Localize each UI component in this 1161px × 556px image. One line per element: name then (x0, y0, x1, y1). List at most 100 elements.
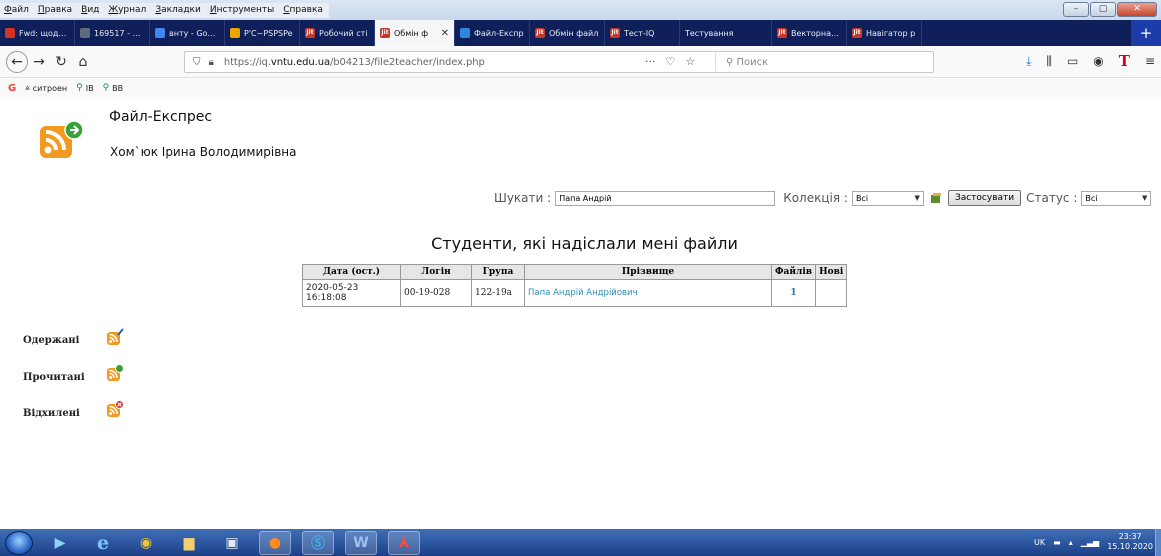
status-select[interactable]: Всі ▼ (1081, 190, 1152, 206)
collection-edit-icon[interactable] (930, 192, 942, 204)
address-bar[interactable]: ⛉ 🔒︎ https://iq.vntu.edu.ua/b04213/file2… (184, 51, 934, 73)
home-button[interactable]: ⌂ (72, 51, 94, 73)
start-button[interactable] (5, 530, 33, 555)
jit-icon: Jit (380, 28, 390, 38)
apply-button[interactable]: Застосувати (947, 190, 1022, 206)
close-window-button[interactable]: ✕ (1117, 2, 1157, 17)
lock-icon: 🔒︎ (208, 56, 214, 68)
keyboard-icon[interactable]: ▬ (1053, 538, 1061, 547)
cell-date: 2020-05-23 16:18:08 (302, 279, 401, 307)
menu-help[interactable]: Справка (283, 5, 323, 15)
search-input[interactable] (555, 190, 776, 206)
menu-view[interactable]: Вид (81, 5, 99, 15)
tab-11[interactable]: Jit Навігатор р (847, 20, 922, 46)
menu-file[interactable]: Файл (4, 5, 29, 15)
page-icon (230, 28, 240, 38)
ie-icon[interactable]: e (87, 531, 119, 555)
tray-arrow-icon[interactable]: ▴ (1069, 538, 1073, 547)
forward-button[interactable]: → (28, 51, 50, 73)
minimize-button[interactable]: – (1063, 2, 1089, 17)
tab-7[interactable]: Jit Обмін файл (530, 20, 605, 46)
tab-8[interactable]: Jit Тест-IQ (605, 20, 680, 46)
toolbar-right: ⤓ ⫼ ▭ ◉ T ≡ (1026, 52, 1155, 70)
col-login[interactable]: Логін (400, 264, 472, 280)
filter-bar: Шукати : Колекція : Всі ▼ Застосувати Ст… (494, 188, 1152, 208)
explorer-icon[interactable]: ▆ (173, 531, 205, 555)
search-icon: ⚲ (726, 56, 734, 68)
taskbar: ▶ e ◉ ▆ ▣ ● Ⓢ W ⅄ UK ▬ ▴ ▁▃▅ 23:37 15.10… (0, 529, 1161, 556)
sidebar-item-rejected[interactable]: Відхилені (23, 408, 80, 419)
acrobat-icon[interactable]: ⅄ (388, 530, 420, 555)
library-icon[interactable]: ⫼ (1046, 54, 1052, 69)
new-tab-button[interactable]: + (1131, 20, 1161, 46)
cell-login: 00-19-028 (400, 279, 472, 307)
menu-edit[interactable]: Правка (38, 5, 72, 15)
rss-received-icon[interactable] (106, 328, 124, 346)
rss-rejected-icon[interactable] (106, 400, 124, 418)
page-content: Файл-Експрес Хом`юк Ірина Володимирівна … (0, 97, 1161, 529)
show-desktop-button[interactable] (1155, 529, 1161, 556)
cell-student-name-link[interactable]: Папа Андрій Андрійович (524, 279, 772, 307)
bookmark-ib[interactable]: ⚲ IB (76, 83, 93, 93)
bookmark-citroen[interactable]: ⩓ ситроен (25, 83, 67, 93)
tab-0[interactable]: Fwd: щодо т (0, 20, 75, 46)
col-files[interactable]: Файлів (770, 264, 817, 280)
rss-read-icon[interactable] (106, 364, 124, 382)
firefox-icon[interactable]: ● (259, 530, 291, 555)
students-table: Дата (ост.) Логін Група Прізвище Файлів … (302, 264, 848, 307)
tab-4[interactable]: Jit Робочий сті (300, 20, 375, 46)
tab-1[interactable]: 169517 - 1618 (1) (75, 20, 150, 46)
clock[interactable]: 23:37 15.10.2020 (1107, 532, 1153, 552)
table-row[interactable]: 2020-05-23 16:18:08 00-19-028 122-19а Пап… (302, 279, 848, 307)
extension-t-icon[interactable]: T (1119, 52, 1130, 70)
language-indicator[interactable]: UK (1034, 538, 1045, 547)
chrome-icon[interactable]: ◉ (130, 531, 162, 555)
search-box[interactable]: ⚲ Поиск (715, 53, 931, 71)
close-tab-icon[interactable]: ✕ (441, 28, 449, 39)
page-actions: ··· ♡ ☆ (645, 55, 695, 68)
tab-9[interactable]: Тестування (680, 20, 772, 46)
menu-history[interactable]: Журнал (108, 5, 146, 15)
menu-tools[interactable]: Инструменты (210, 5, 274, 15)
save-icon[interactable]: ▣ (216, 531, 248, 555)
rss-logo-icon (40, 120, 84, 158)
maximize-button[interactable]: ▢ (1090, 2, 1116, 17)
tab-bar: Fwd: щодо т 169517 - 1618 (1) внту - Googl… (0, 20, 1161, 46)
back-arrow-icon: ← (11, 53, 23, 70)
menu-hamburger-icon[interactable]: ≡ (1145, 54, 1155, 68)
col-group[interactable]: Група (471, 264, 525, 280)
downloads-icon[interactable]: ⤓ (1026, 54, 1031, 69)
skype-icon[interactable]: Ⓢ (302, 530, 334, 555)
word-icon[interactable]: W (345, 530, 377, 555)
collection-select[interactable]: Всі ▼ (851, 190, 924, 206)
media-player-icon[interactable]: ▶ (44, 531, 76, 555)
tab-10[interactable]: Jit Векторна ал (772, 20, 847, 46)
pocket-icon[interactable]: ♡ (666, 55, 676, 68)
account-icon[interactable]: ◉ (1093, 54, 1103, 68)
bookmark-google[interactable]: G (8, 83, 16, 94)
home-icon: ⌂ (78, 53, 88, 70)
col-new[interactable]: Нові (815, 264, 848, 280)
signal-icon[interactable]: ▁▃▅ (1081, 538, 1099, 547)
tab-2[interactable]: внту - Googl (150, 20, 225, 46)
sidebar-item-received[interactable]: Одержані (23, 335, 79, 346)
cell-new (815, 279, 848, 307)
doc-icon (80, 28, 90, 38)
menu-bookmarks[interactable]: Закладки (155, 5, 201, 15)
col-surname[interactable]: Прізвище (524, 264, 772, 280)
tab-5[interactable]: Jit Обмін ф ✕ (375, 20, 455, 46)
tab-3[interactable]: Р'С~PSPSPe (225, 20, 300, 46)
bookmark-bb[interactable]: ⚲ BB (103, 83, 124, 93)
cell-group: 122-19а (471, 279, 525, 307)
tab-6[interactable]: Файл-Експр (455, 20, 530, 46)
page-actions-menu-icon[interactable]: ··· (645, 55, 656, 68)
col-date[interactable]: Дата (ост.) (302, 264, 401, 280)
tab-label: Робочий сті (319, 28, 368, 38)
bookmark-star-icon[interactable]: ☆ (685, 55, 695, 68)
sidebar-toggle-icon[interactable]: ▭ (1067, 54, 1078, 68)
back-button[interactable]: ← (6, 50, 28, 73)
tab-label: внту - Googl (169, 28, 219, 38)
reload-button[interactable]: ↻ (50, 51, 72, 73)
cell-files-link[interactable]: 1 (770, 279, 817, 307)
sidebar-item-read[interactable]: Прочитані (23, 372, 85, 383)
